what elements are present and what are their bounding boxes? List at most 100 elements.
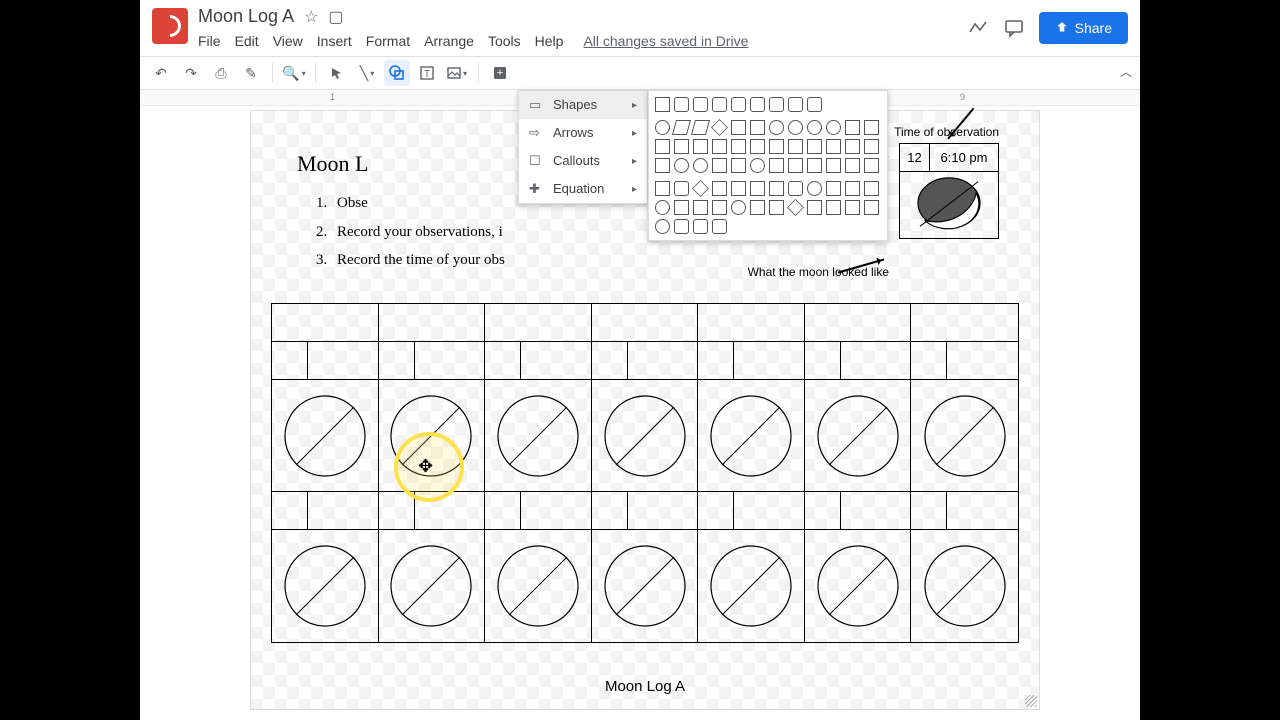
shape-option[interactable] [711, 119, 728, 136]
shape-option[interactable] [769, 97, 784, 112]
shape-option[interactable] [750, 200, 765, 215]
shape-option[interactable] [864, 181, 879, 196]
shape-option[interactable] [655, 97, 670, 112]
shape-option[interactable] [731, 139, 746, 154]
redo-button[interactable]: ↷ [178, 60, 204, 86]
shape-option[interactable] [769, 181, 784, 196]
menu-insert[interactable]: Insert [317, 33, 352, 49]
shape-option[interactable] [807, 181, 822, 196]
shape-option[interactable] [807, 139, 822, 154]
shape-option[interactable] [864, 139, 879, 154]
shape-option[interactable] [845, 139, 860, 154]
shape-option[interactable] [826, 139, 841, 154]
shape-option[interactable] [674, 181, 689, 196]
moon-cell[interactable] [485, 530, 592, 642]
shape-option[interactable] [674, 158, 689, 173]
shape-option[interactable] [750, 97, 765, 112]
moon-cell[interactable] [592, 380, 699, 492]
shape-option[interactable] [787, 199, 804, 216]
menu-item-callouts[interactable]: ☐Callouts▸ [519, 147, 647, 175]
shape-option[interactable] [672, 120, 691, 135]
moon-cell[interactable] [485, 380, 592, 492]
shape-option[interactable] [712, 158, 727, 173]
shape-option[interactable] [826, 181, 841, 196]
insert-comment-button[interactable]: + [487, 60, 513, 86]
shape-option[interactable] [731, 181, 746, 196]
shape-option[interactable] [655, 120, 670, 135]
shape-option[interactable] [826, 200, 841, 215]
menu-file[interactable]: File [198, 33, 221, 49]
menu-item-shapes[interactable]: ▭Shapes▸ [519, 91, 647, 119]
shape-option[interactable] [674, 200, 689, 215]
menu-item-equation[interactable]: ✚Equation▸ [519, 175, 647, 203]
moon-cell[interactable] [911, 530, 1018, 642]
undo-button[interactable]: ↶ [148, 60, 174, 86]
moon-cell[interactable] [379, 530, 486, 642]
shape-option[interactable] [731, 120, 746, 135]
menu-tools[interactable]: Tools [488, 33, 521, 49]
shape-option[interactable] [731, 200, 746, 215]
activity-icon[interactable] [967, 17, 989, 39]
shape-option[interactable] [788, 139, 803, 154]
drawings-logo[interactable] [152, 8, 188, 44]
shape-option[interactable] [712, 97, 727, 112]
shape-option[interactable] [788, 97, 803, 112]
shape-option[interactable] [693, 219, 708, 234]
shape-option[interactable] [712, 200, 727, 215]
shape-option[interactable] [807, 158, 822, 173]
shape-option[interactable] [807, 97, 822, 112]
menu-item-arrows[interactable]: ⇨Arrows▸ [519, 119, 647, 147]
shape-option[interactable] [769, 120, 784, 135]
save-status[interactable]: All changes saved in Drive [583, 33, 748, 49]
shape-option[interactable] [750, 139, 765, 154]
print-button[interactable]: ⎙ [208, 60, 234, 86]
paint-format-button[interactable]: ✎ [238, 60, 264, 86]
shape-option[interactable] [674, 139, 689, 154]
shape-option[interactable] [845, 200, 860, 215]
shape-option[interactable] [864, 158, 879, 173]
menu-help[interactable]: Help [535, 33, 564, 49]
shape-option[interactable] [655, 219, 670, 234]
shape-option[interactable] [750, 158, 765, 173]
shape-option[interactable] [788, 120, 803, 135]
shape-option[interactable] [845, 120, 860, 135]
shape-option[interactable] [807, 200, 822, 215]
shape-option[interactable] [788, 158, 803, 173]
shape-option[interactable] [674, 97, 689, 112]
moon-cell[interactable] [805, 530, 912, 642]
shape-option[interactable] [826, 158, 841, 173]
zoom-dropdown[interactable]: 🔍 [281, 60, 307, 86]
moon-cell[interactable] [272, 530, 379, 642]
shape-option[interactable] [807, 120, 822, 135]
shape-option[interactable] [655, 200, 670, 215]
collapse-toolbar-icon[interactable]: ︿ [1120, 63, 1132, 80]
resize-handle[interactable] [1025, 695, 1037, 707]
textbox-tool[interactable]: T [414, 60, 440, 86]
menu-view[interactable]: View [273, 33, 303, 49]
shape-option[interactable] [769, 158, 784, 173]
shape-option[interactable] [693, 97, 708, 112]
comments-icon[interactable] [1003, 17, 1025, 39]
shape-option[interactable] [655, 158, 670, 173]
shape-option[interactable] [845, 158, 860, 173]
image-tool[interactable] [444, 60, 470, 86]
moon-cell[interactable] [592, 530, 699, 642]
shape-option[interactable] [693, 200, 708, 215]
shape-option[interactable] [750, 120, 765, 135]
shape-option[interactable] [712, 181, 727, 196]
shape-option[interactable] [864, 120, 879, 135]
shape-option[interactable] [731, 158, 746, 173]
shape-option[interactable] [692, 180, 709, 197]
move-icon[interactable]: ▢ [328, 7, 343, 27]
shape-option[interactable] [731, 97, 746, 112]
share-button[interactable]: Share [1039, 12, 1128, 44]
moon-cell[interactable] [911, 380, 1018, 492]
shape-tool[interactable] [384, 60, 410, 86]
shape-option[interactable] [826, 120, 841, 135]
shape-option[interactable] [788, 181, 803, 196]
shape-option[interactable] [655, 181, 670, 196]
shape-option[interactable] [845, 181, 860, 196]
line-tool[interactable]: ╲ [354, 60, 380, 86]
shape-option[interactable] [691, 120, 710, 135]
select-tool[interactable] [324, 60, 350, 86]
